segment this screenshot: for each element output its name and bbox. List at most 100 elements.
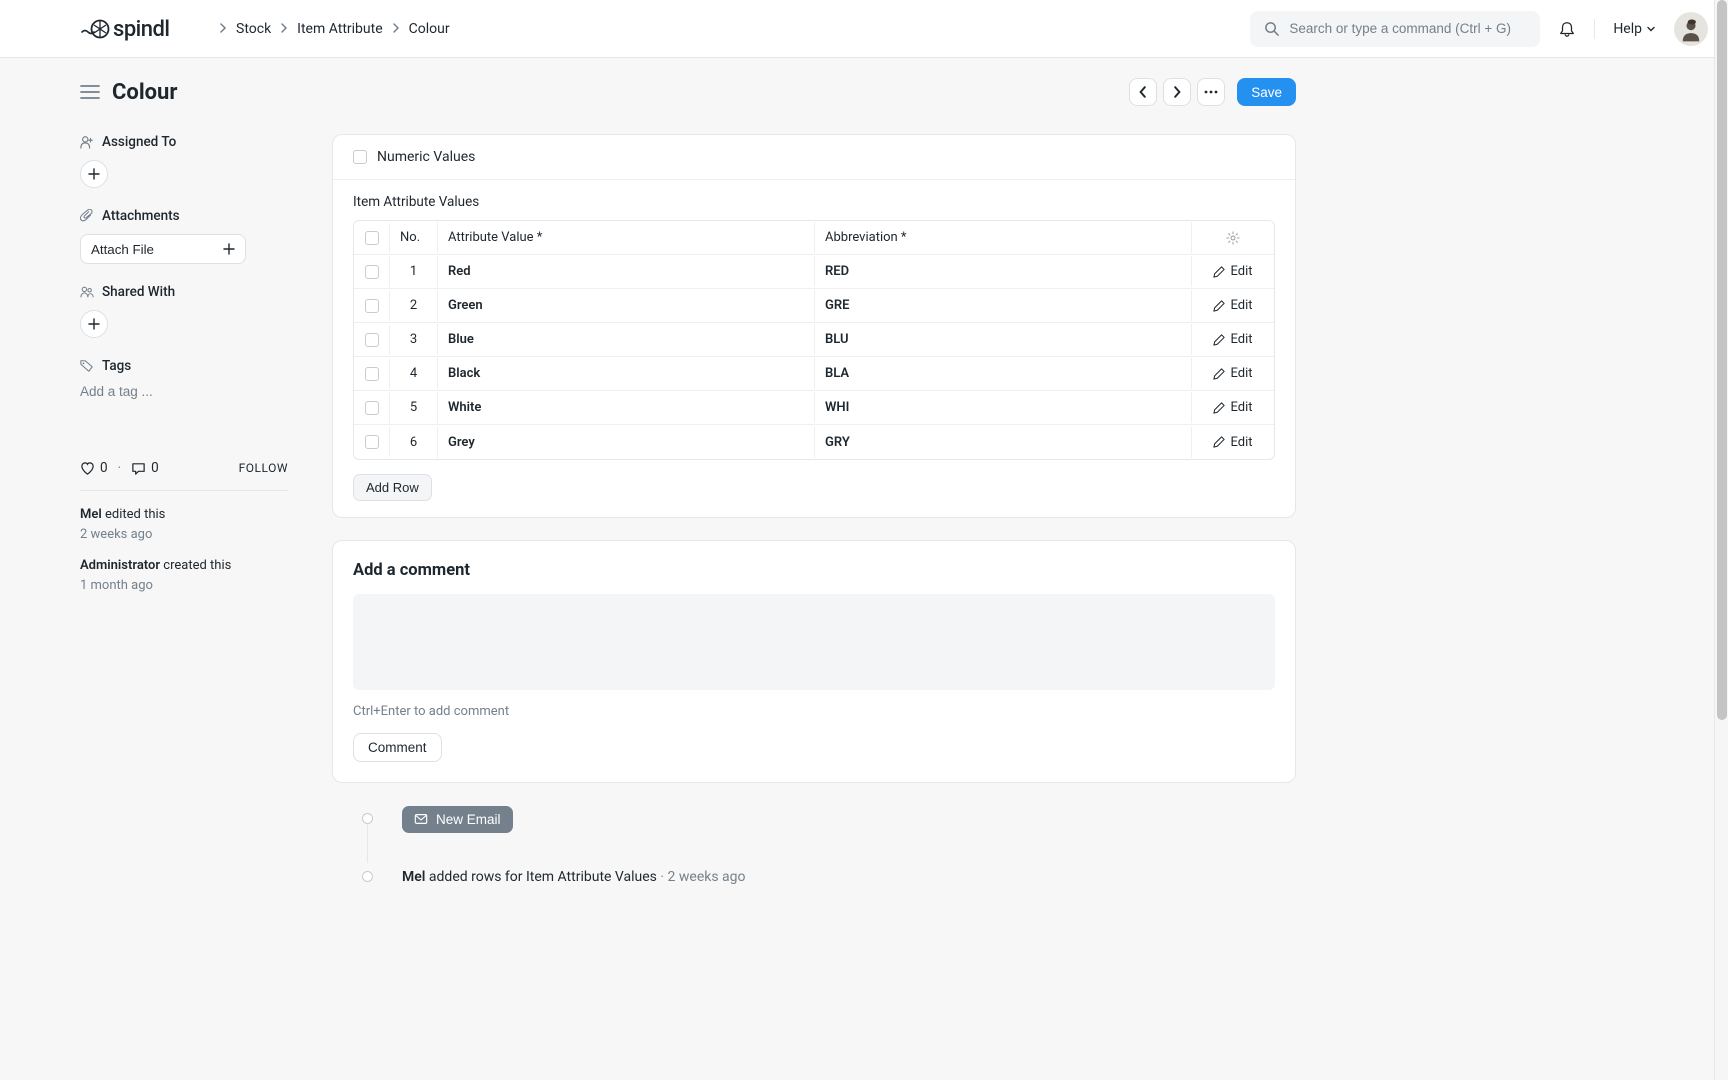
abbr-cell[interactable]: BLU <box>825 332 849 347</box>
attr-value-cell[interactable]: Grey <box>448 435 475 450</box>
comment-hint: Ctrl+Enter to add comment <box>353 704 1275 719</box>
chevron-right-icon <box>391 22 401 36</box>
comment-submit-button[interactable]: Comment <box>353 733 442 762</box>
attr-value-cell[interactable]: Black <box>448 366 480 381</box>
gear-icon <box>1226 231 1240 245</box>
mail-icon <box>414 812 428 826</box>
comment-heading: Add a comment <box>353 561 1275 580</box>
col-abbr: Abbreviation * <box>815 222 1192 253</box>
timeline: New Email Mel added rows for Item Attrib… <box>360 805 1296 921</box>
menu-icon[interactable] <box>80 84 100 100</box>
attr-value-cell[interactable]: Red <box>448 264 471 279</box>
edit-row-button[interactable]: Edit <box>1202 435 1264 450</box>
scrollbar-thumb[interactable] <box>1717 0 1727 720</box>
avatar[interactable] <box>1674 12 1708 46</box>
row-checkbox[interactable] <box>365 435 379 449</box>
tags-heading: Tags <box>80 358 288 374</box>
chevron-right-icon <box>279 22 289 36</box>
row-checkbox[interactable] <box>365 401 379 415</box>
attachments-heading: Attachments <box>80 208 288 224</box>
edit-row-button[interactable]: Edit <box>1202 332 1264 347</box>
help-label: Help <box>1613 21 1642 37</box>
row-checkbox[interactable] <box>365 265 379 279</box>
edit-row-button[interactable]: Edit <box>1202 298 1264 313</box>
breadcrumb-stock[interactable]: Stock <box>236 21 271 37</box>
add-assignee-button[interactable] <box>80 160 108 188</box>
pencil-icon <box>1213 266 1225 278</box>
attr-value-cell[interactable]: Blue <box>448 332 474 347</box>
numeric-values-label: Numeric Values <box>377 149 475 165</box>
pencil-icon <box>1213 300 1225 312</box>
numeric-values-checkbox[interactable] <box>353 150 367 164</box>
abbr-cell[interactable]: BLA <box>825 366 849 381</box>
more-button[interactable] <box>1197 78 1225 106</box>
pencil-icon <box>1213 368 1225 380</box>
table-settings[interactable] <box>1192 223 1274 253</box>
table-header: No. Attribute Value * Abbreviation * <box>354 221 1274 255</box>
attr-value-cell[interactable]: White <box>448 400 481 415</box>
bell-icon[interactable] <box>1558 20 1576 38</box>
sidebar: Assigned To Attachments Attach File <box>80 134 288 921</box>
add-row-button[interactable]: Add Row <box>353 474 432 501</box>
tag-icon <box>80 359 94 373</box>
page-header: Colour Save <box>80 78 1296 106</box>
navbar: spindl Stock Item Attribute Colour <box>0 0 1728 58</box>
breadcrumb: Stock Item Attribute Colour <box>218 21 450 37</box>
table-row: 5 White WHI Edit <box>354 391 1274 425</box>
abbr-cell[interactable]: RED <box>825 264 849 279</box>
edit-row-button[interactable]: Edit <box>1202 366 1264 381</box>
follow-button[interactable]: FOLLOW <box>239 461 288 475</box>
table-row: 1 Red RED Edit <box>354 255 1274 289</box>
breadcrumb-item-attribute[interactable]: Item Attribute <box>297 21 382 37</box>
next-button[interactable] <box>1163 78 1191 106</box>
comment-card: Add a comment Ctrl+Enter to add comment … <box>332 540 1296 783</box>
pencil-icon <box>1213 334 1225 346</box>
timeline-item: Mel added rows for Item Attribute Values… <box>360 863 1296 891</box>
engagement-bar: 0 · 0 FOLLOW <box>80 460 288 491</box>
user-plus-icon <box>80 135 94 149</box>
users-icon <box>80 285 94 299</box>
select-all-checkbox[interactable] <box>365 231 379 245</box>
comment-count[interactable]: 0 <box>131 460 159 476</box>
divider <box>1594 19 1595 39</box>
comment-textarea[interactable] <box>353 594 1275 690</box>
audit-entry: Mel edited this 2 weeks ago <box>80 505 288 544</box>
dot-separator: · <box>118 460 122 476</box>
timeline-dot <box>362 871 373 882</box>
assigned-to-heading: Assigned To <box>80 134 288 150</box>
chevron-down-icon <box>1646 24 1656 34</box>
search-input[interactable] <box>1289 21 1526 36</box>
col-attr-value: Attribute Value * <box>438 222 815 253</box>
pencil-icon <box>1213 402 1225 414</box>
abbr-cell[interactable]: WHI <box>825 400 849 415</box>
attr-value-cell[interactable]: Green <box>448 298 483 313</box>
more-horizontal-icon <box>1204 90 1218 94</box>
tag-input[interactable] <box>80 384 288 399</box>
edit-row-button[interactable]: Edit <box>1202 400 1264 415</box>
row-checkbox[interactable] <box>365 367 379 381</box>
breadcrumb-current: Colour <box>409 21 450 37</box>
attach-file-button[interactable]: Attach File <box>80 234 246 264</box>
add-share-button[interactable] <box>80 310 108 338</box>
table-row: 6 Grey GRY Edit <box>354 425 1274 459</box>
paperclip-icon <box>80 209 94 223</box>
prev-button[interactable] <box>1129 78 1157 106</box>
brand-logo[interactable]: spindl <box>80 14 198 44</box>
scrollbar-track[interactable] <box>1714 0 1728 1080</box>
shared-with-heading: Shared With <box>80 284 288 300</box>
help-dropdown[interactable]: Help <box>1613 21 1656 37</box>
page-title: Colour <box>112 80 177 105</box>
row-checkbox[interactable] <box>365 333 379 347</box>
heart-icon <box>80 461 95 476</box>
timeline-dot <box>362 813 373 824</box>
abbr-cell[interactable]: GRY <box>825 435 850 450</box>
save-button[interactable]: Save <box>1237 78 1296 106</box>
abbr-cell[interactable]: GRE <box>825 298 849 313</box>
row-checkbox[interactable] <box>365 299 379 313</box>
chevron-left-icon <box>1137 86 1149 98</box>
section-title: Item Attribute Values <box>333 180 1295 220</box>
like-count[interactable]: 0 <box>80 460 108 476</box>
new-email-button[interactable]: New Email <box>402 806 513 833</box>
edit-row-button[interactable]: Edit <box>1202 264 1264 279</box>
search-box[interactable] <box>1250 11 1540 47</box>
